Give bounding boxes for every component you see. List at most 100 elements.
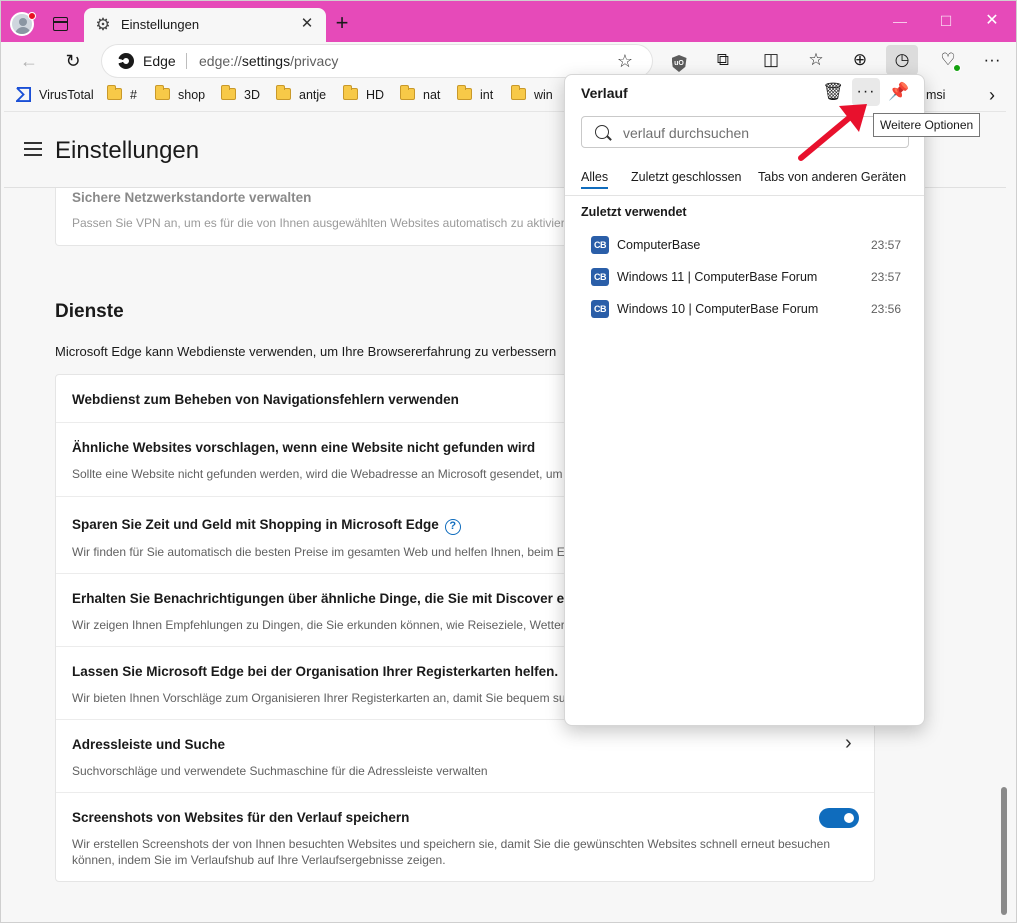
tab-other-devices[interactable]: Tabs von anderen Geräten xyxy=(758,170,906,184)
delete-history-trash-icon[interactable]: 🗑 xyxy=(819,78,847,106)
history-item-time: 23:56 xyxy=(870,302,901,316)
pin-icon[interactable]: 📌 xyxy=(885,78,913,106)
help-icon[interactable]: ? xyxy=(444,519,461,535)
status-ok-dot xyxy=(953,64,961,72)
address-bar[interactable]: Edge edge://settings/privacy ☆ xyxy=(102,45,652,77)
page-title: Einstellungen xyxy=(55,137,200,164)
tab-recently-closed[interactable]: Zuletzt geschlossen xyxy=(631,170,741,184)
computerbase-favicon-icon: CB xyxy=(591,268,609,286)
address-separator xyxy=(186,53,187,69)
history-flyout: Verlauf 🗑 ··· 📌 verlauf durchsuchen Alle… xyxy=(564,74,925,726)
history-item-title: Windows 10 | ComputerBase Forum xyxy=(617,302,819,316)
history-item-title: ComputerBase xyxy=(617,238,701,252)
url-host: settings xyxy=(241,53,291,69)
favorite-label: int xyxy=(480,88,494,102)
row-description: Sollte eine Website nicht gefunden werde… xyxy=(72,467,563,481)
row-description: Wir erstellen Screenshots der von Ihnen … xyxy=(72,837,830,851)
split-screen-icon[interactable]: ◫ xyxy=(755,45,787,75)
favorite-folder[interactable]: int xyxy=(457,85,494,103)
history-item-time: 23:57 xyxy=(870,238,901,252)
history-item[interactable]: CB ComputerBase 23:57 xyxy=(581,230,909,260)
folder-icon xyxy=(107,85,122,100)
site-label: Edge xyxy=(143,53,176,69)
edge-logo-icon xyxy=(118,53,134,69)
favorite-folder[interactable]: 3D xyxy=(221,85,260,103)
history-item-title: Windows 11 | ComputerBase Forum xyxy=(617,270,818,284)
more-favorites-chevron-icon[interactable]: › xyxy=(982,83,1002,107)
tab-actions-icon[interactable] xyxy=(53,17,68,31)
row-description: Wir finden für Sie automatisch die beste… xyxy=(72,545,568,559)
address-bar-search-row[interactable]: Adressleiste und Suche Suchvorschläge un… xyxy=(56,720,874,793)
section-description: Microsoft Edge kann Webdienste verwenden… xyxy=(55,344,557,359)
screenshot-history-row: Screenshots von Websites für den Verlauf… xyxy=(56,793,874,881)
more-options-button[interactable]: ··· xyxy=(852,78,880,106)
virustotal-icon xyxy=(16,87,31,102)
row-title: Adressleiste und Suche xyxy=(72,737,226,752)
menu-icon[interactable] xyxy=(24,142,42,156)
new-tab-button[interactable]: + xyxy=(330,11,354,35)
computerbase-favicon-icon: CB xyxy=(591,300,609,318)
tab-settings[interactable]: ⚙ Einstellungen ✕ xyxy=(84,8,326,42)
row-description: können, indem Sie im Verlaufshub auf Ihr… xyxy=(72,853,446,867)
more-options-tooltip: Weitere Optionen xyxy=(873,113,981,137)
history-tabs: Alles Zuletzt geschlossen Tabs von ander… xyxy=(565,168,924,196)
reload-button[interactable]: ↻ xyxy=(58,46,88,76)
favorite-label: win xyxy=(534,88,553,102)
settings-and-more-icon[interactable]: ··· xyxy=(976,45,1008,75)
history-icon[interactable]: ◷ xyxy=(886,45,918,75)
favorite-folder[interactable]: # xyxy=(107,85,137,103)
close-tab-icon[interactable]: ✕ xyxy=(297,14,317,34)
favorite-folder[interactable]: win xyxy=(511,85,553,103)
ublock-origin-icon[interactable]: uO xyxy=(663,45,695,75)
row-title-text: Sparen Sie Zeit und Geld mit Shopping in… xyxy=(72,517,439,532)
folder-icon xyxy=(400,85,415,100)
row-title: Sparen Sie Zeit und Geld mit Shopping in… xyxy=(72,517,461,535)
flyout-title: Verlauf xyxy=(581,85,628,101)
page-scrollbar[interactable] xyxy=(1001,787,1007,915)
minimize-button[interactable]: — xyxy=(877,6,923,36)
row-title: Screenshots von Websites für den Verlauf… xyxy=(72,810,410,825)
tab-all[interactable]: Alles xyxy=(581,170,609,189)
profile-notification-dot xyxy=(28,12,36,20)
collections-icon[interactable]: ⊕ xyxy=(844,45,876,75)
maximize-button[interactable]: ☐ xyxy=(923,6,969,36)
history-item[interactable]: CB Windows 10 | ComputerBase Forum 23:56 xyxy=(581,294,909,324)
back-button[interactable]: ← xyxy=(14,46,44,76)
add-favorite-star-icon[interactable]: ☆ xyxy=(614,50,636,72)
search-placeholder: verlauf durchsuchen xyxy=(623,125,750,141)
row-description: Passen Sie VPN an, um es für die von Ihn… xyxy=(72,216,579,230)
screenshot-history-toggle[interactable] xyxy=(819,808,859,828)
folder-icon xyxy=(221,85,236,100)
favorite-folder[interactable]: antje xyxy=(276,85,327,103)
favorite-label: nat xyxy=(423,88,441,102)
favorites-icon[interactable]: ☆ xyxy=(800,45,832,75)
row-description: Wir bieten Ihnen Vorschläge zum Organisi… xyxy=(72,691,570,705)
computerbase-favicon-icon: CB xyxy=(591,236,609,254)
favorite-label: antje xyxy=(299,88,327,102)
favorite-folder[interactable]: msi xyxy=(926,87,945,103)
row-title: Lassen Sie Microsoft Edge bei der Organi… xyxy=(72,664,559,679)
section-title: Dienste xyxy=(55,301,124,322)
row-description: Wir zeigen Ihnen Empfehlungen zu Dingen,… xyxy=(72,618,575,632)
search-icon xyxy=(595,125,609,139)
close-window-button[interactable]: ✕ xyxy=(969,6,1015,36)
favorite-label: # xyxy=(130,88,137,102)
row-title: Ähnliche Websites vorschlagen, wenn eine… xyxy=(72,440,536,455)
folder-icon xyxy=(457,85,472,100)
url-scheme: edge:// xyxy=(199,53,242,69)
gear-icon: ⚙ xyxy=(95,15,111,34)
favorite-folder[interactable]: HD xyxy=(343,85,384,103)
history-item[interactable]: CB Windows 11 | ComputerBase Forum 23:57 xyxy=(581,262,909,292)
row-title: Webdienst zum Beheben von Navigationsfeh… xyxy=(72,392,459,407)
favorite-virustotal[interactable]: VirusTotal xyxy=(16,87,94,103)
row-description: Suchvorschläge und verwendete Suchmaschi… xyxy=(72,764,488,778)
extensions-icon[interactable]: ⧉ xyxy=(707,45,739,75)
browser-essentials-icon[interactable]: ♡ xyxy=(932,45,964,75)
favorite-folder[interactable]: nat xyxy=(400,85,441,103)
url-text[interactable]: edge://settings/privacy xyxy=(199,53,338,69)
favorite-folder[interactable]: shop xyxy=(155,85,205,103)
folder-icon xyxy=(276,85,291,100)
folder-icon xyxy=(511,85,526,100)
favorite-label: msi xyxy=(926,88,946,102)
favorite-label: 3D xyxy=(244,88,260,102)
